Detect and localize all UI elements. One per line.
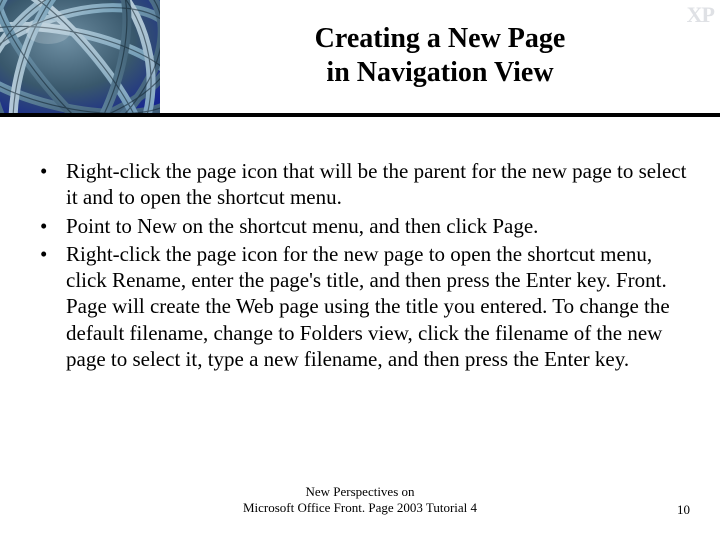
title-line-2: in Navigation View xyxy=(170,56,710,90)
page-number: 10 xyxy=(677,502,690,518)
slide-footer: New Perspectives on Microsoft Office Fro… xyxy=(0,484,720,524)
header-divider xyxy=(0,113,720,117)
bullet-item: Right-click the page icon that will be t… xyxy=(34,158,690,211)
footer-line-1: New Perspectives on xyxy=(0,484,720,500)
bullet-item: Point to New on the shortcut menu, and t… xyxy=(34,213,690,239)
slide-header: XP Creating a New Page in Navigation Vie… xyxy=(0,0,720,118)
slide-body: Right-click the page icon that will be t… xyxy=(34,158,690,374)
slide: XP Creating a New Page in Navigation Vie… xyxy=(0,0,720,540)
bullet-list: Right-click the page icon that will be t… xyxy=(34,158,690,372)
sphere-lattice-icon xyxy=(0,0,160,113)
header-decorative-image xyxy=(0,0,160,113)
slide-title: Creating a New Page in Navigation View xyxy=(170,22,710,89)
footer-center: New Perspectives on Microsoft Office Fro… xyxy=(0,484,720,515)
bullet-text: Right-click the page icon that will be t… xyxy=(66,159,686,209)
footer-line-2: Microsoft Office Front. Page 2003 Tutori… xyxy=(0,500,720,516)
title-line-1: Creating a New Page xyxy=(170,22,710,56)
bullet-item: Right-click the page icon for the new pa… xyxy=(34,241,690,372)
bullet-text: Right-click the page icon for the new pa… xyxy=(66,242,670,371)
bullet-text: Point to New on the shortcut menu, and t… xyxy=(66,214,538,238)
